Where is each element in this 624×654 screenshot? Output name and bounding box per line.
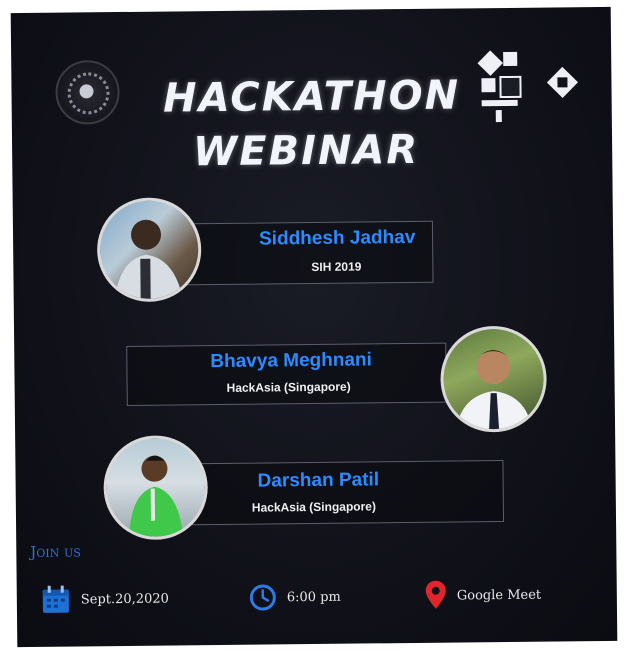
speaker-affiliation: SIH 2019 bbox=[311, 259, 362, 275]
speaker-name: Darshan Patil bbox=[257, 469, 380, 492]
speaker-photo-avatar bbox=[103, 435, 209, 541]
speaker-photo-avatar bbox=[440, 325, 548, 433]
person-silhouette-icon bbox=[456, 350, 533, 430]
speaker-name: Siddhesh Jadhav bbox=[258, 226, 416, 250]
webinar-poster: HACKATHON WEBINAR Siddhesh Jadhav SIH 20… bbox=[10, 6, 618, 648]
poster-title-line1: HACKATHON bbox=[162, 72, 461, 122]
join-us-heading: Join us bbox=[30, 542, 82, 561]
speaker-affiliation: HackAsia (Singapore) bbox=[226, 379, 351, 395]
speaker-name: Bhavya Meghnani bbox=[210, 349, 373, 373]
person-silhouette-icon bbox=[129, 455, 184, 537]
speaker-photo-avatar bbox=[96, 197, 202, 303]
map-pin-icon bbox=[425, 580, 446, 609]
poster-title-line2: WEBINAR bbox=[192, 126, 420, 176]
speaker-affiliation: HackAsia (Singapore) bbox=[251, 499, 377, 515]
event-time: 6:00 pm bbox=[286, 589, 341, 606]
event-location: Google Meet bbox=[456, 587, 542, 604]
calendar-icon bbox=[42, 585, 69, 613]
event-date: Sept.20,2020 bbox=[80, 591, 169, 608]
clock-icon bbox=[249, 584, 276, 611]
person-silhouette-icon bbox=[114, 219, 183, 300]
